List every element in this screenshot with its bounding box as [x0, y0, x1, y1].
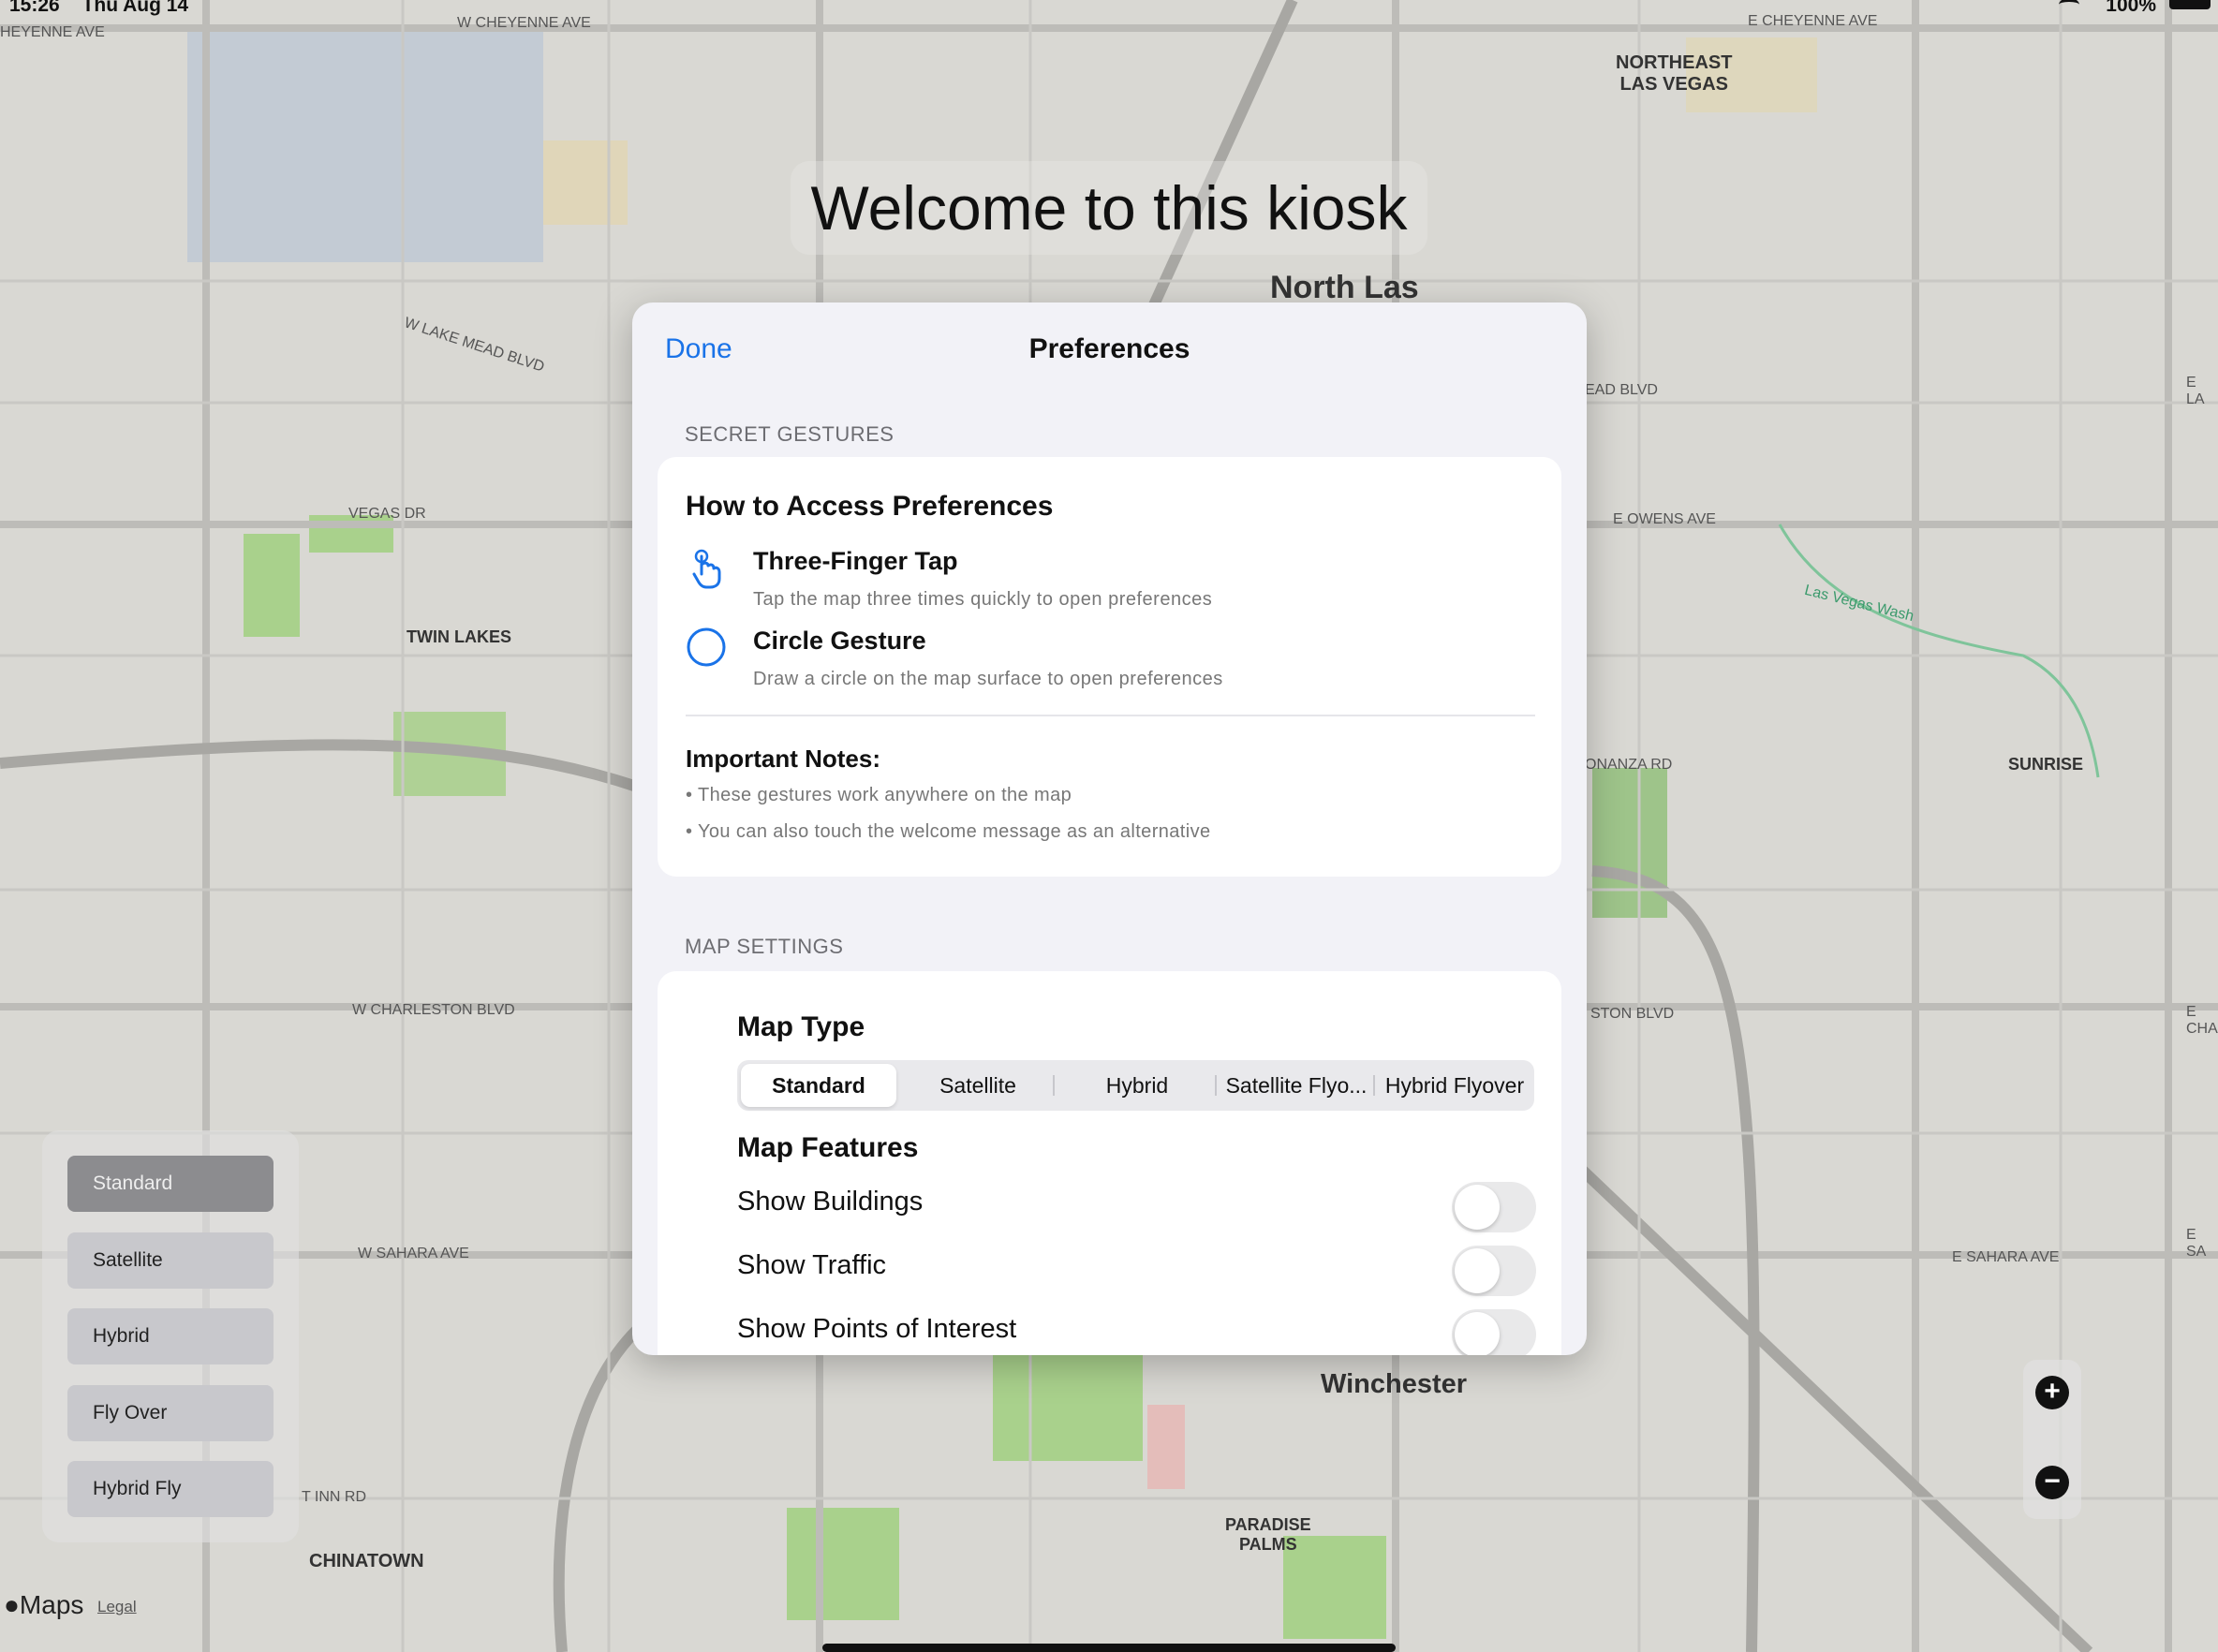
zoom-controls: + −	[2023, 1360, 2081, 1519]
toggle-knob	[1455, 1312, 1500, 1355]
map-street-label: E LA	[2186, 375, 2205, 407]
map-label-winchester: Winchester	[1321, 1369, 1468, 1399]
map-type-panel: Standard Satellite Hybrid Fly Over Hybri…	[42, 1130, 299, 1542]
secret-gestures-card: How to Access Preferences Three-Finger T…	[658, 457, 1561, 877]
map-type-segmented-control: Standard Satellite Hybrid Satellite Flyo…	[737, 1060, 1534, 1111]
important-notes-title: Important Notes:	[686, 745, 880, 773]
battery-icon	[2169, 0, 2211, 9]
map-settings-card: Map Type Standard Satellite Hybrid Satel…	[658, 971, 1561, 1355]
section-label-secret-gestures: SECRET GESTURES	[685, 422, 895, 446]
feature-label-buildings: Show Buildings	[737, 1187, 924, 1217]
wifi-icon	[2059, 0, 2079, 11]
map-street-label: VEGAS DR	[348, 506, 426, 522]
map-label-northeast: NORTHEAST LAS VEGAS	[1616, 52, 1733, 95]
segment-satellite-flyover[interactable]: Satellite Flyo...	[1219, 1064, 1374, 1107]
hand-tap-icon	[692, 549, 721, 589]
map-type-satellite-button[interactable]: Satellite	[67, 1232, 274, 1289]
circle-icon	[687, 627, 726, 667]
map-street-label: W SAHARA AVE	[358, 1246, 469, 1261]
map-type-heading: Map Type	[737, 1011, 865, 1042]
maps-logo-text: Maps	[19, 1590, 84, 1619]
map-label-north-las: North Las	[1270, 270, 1419, 305]
feature-label-traffic: Show Traffic	[737, 1250, 887, 1280]
note-item: • These gestures work anywhere on the ma…	[686, 785, 1072, 805]
sheet-title: Preferences	[1028, 333, 1190, 364]
map-street-label: T INN RD	[302, 1489, 367, 1505]
map-street-label: E CHA	[2186, 1004, 2218, 1037]
legal-link[interactable]: Legal	[97, 1598, 137, 1616]
map-street-label: E SAHARA AVE	[1952, 1249, 2060, 1265]
map-type-hybrid-button[interactable]: Hybrid	[67, 1308, 274, 1364]
segment-hybrid-flyover[interactable]: Hybrid Flyover	[1377, 1064, 1532, 1107]
gesture-description: Draw a circle on the map surface to open…	[753, 669, 1223, 689]
map-street-label: ONANZA RD	[1585, 757, 1673, 773]
divider	[686, 715, 1535, 716]
toggle-knob	[1455, 1248, 1500, 1293]
gesture-description: Tap the map three times quickly to open …	[753, 589, 1213, 610]
gesture-title: Circle Gesture	[753, 627, 926, 655]
zoom-out-button[interactable]: −	[2035, 1466, 2069, 1499]
map-street-label: W CHEYENNE AVE	[457, 15, 591, 31]
gesture-title: Three-Finger Tap	[753, 547, 958, 575]
map-street-label: E OWENS AVE	[1613, 511, 1716, 527]
feature-label-poi: Show Points of Interest	[737, 1314, 1017, 1344]
map-type-hybrid-fly-button[interactable]: Hybrid Fly	[67, 1461, 274, 1517]
map-street-label: E SA	[2186, 1227, 2207, 1260]
map-street-label: E CHEYENNE AVE	[1748, 13, 1878, 29]
toggle-show-poi[interactable]	[1452, 1309, 1536, 1355]
map-type-standard-button[interactable]: Standard	[67, 1156, 274, 1212]
map-label-sunrise: SUNRISE	[2008, 755, 2084, 774]
segment-satellite[interactable]: Satellite	[900, 1064, 1056, 1107]
map-label-paradise-palms: PARADISE PALMS	[1225, 1515, 1311, 1554]
maps-logo: ●Maps	[4, 1590, 83, 1620]
status-date: Thu Aug 14	[81, 0, 189, 16]
map-features-heading: Map Features	[737, 1132, 919, 1163]
map-street-label: W CHARLESTON BLVD	[352, 1002, 515, 1018]
map-street-label: STON BLVD	[1590, 1006, 1675, 1022]
battery-percent: 100%	[2106, 0, 2156, 16]
toggle-show-traffic[interactable]	[1452, 1246, 1536, 1296]
toggle-knob	[1455, 1185, 1500, 1230]
apple-logo-icon: ●	[4, 1590, 20, 1619]
status-time: 15:26	[9, 0, 60, 16]
note-item: • You can also touch the welcome message…	[686, 821, 1211, 842]
welcome-text: Welcome to this kiosk	[810, 173, 1408, 243]
map-type-flyover-button[interactable]: Fly Over	[67, 1385, 274, 1441]
section-label-map-settings: MAP SETTINGS	[685, 935, 844, 958]
map-street-label: HEYENNE AVE	[0, 24, 105, 40]
map-street-label: EAD BLVD	[1585, 382, 1658, 398]
status-time-date: 15:26 Thu Aug 14	[9, 0, 188, 17]
home-indicator[interactable]	[822, 1644, 1396, 1652]
segment-divider	[1215, 1075, 1217, 1096]
how-to-access-heading: How to Access Preferences	[686, 491, 1054, 522]
toggle-show-buildings[interactable]	[1452, 1182, 1536, 1232]
preferences-sheet: Done Preferences SECRET GESTURES How to …	[632, 302, 1587, 1355]
segment-standard[interactable]: Standard	[741, 1064, 896, 1107]
map-label-chinatown: CHINATOWN	[309, 1551, 424, 1571]
sheet-header: Done Preferences	[632, 302, 1587, 392]
welcome-message[interactable]: Welcome to this kiosk	[791, 161, 1427, 255]
map-label-twin-lakes: TWIN LAKES	[407, 627, 511, 646]
segment-divider	[1373, 1075, 1375, 1096]
segment-hybrid[interactable]: Hybrid	[1059, 1064, 1215, 1107]
zoom-in-button[interactable]: +	[2035, 1376, 2069, 1409]
